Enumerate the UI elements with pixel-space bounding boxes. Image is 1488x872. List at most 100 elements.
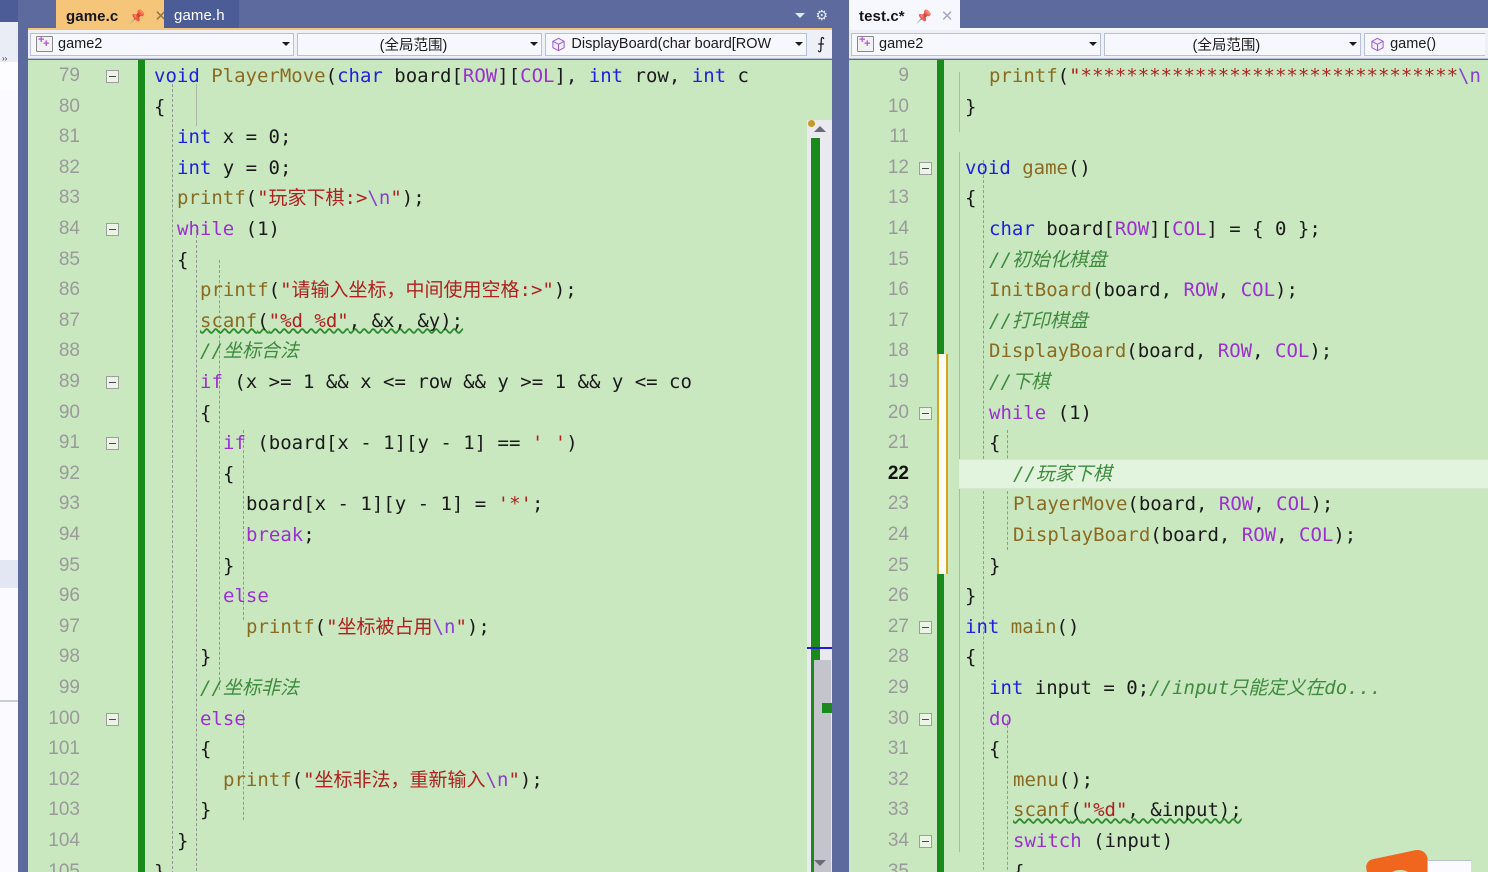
collapse-toggle-icon[interactable]	[106, 70, 119, 83]
left-panel-combo[interactable]	[0, 62, 18, 138]
code-line[interactable]: int main()	[965, 612, 1079, 643]
code-line[interactable]: PlayerMove(board, ROW, COL);	[1013, 489, 1333, 520]
code-line[interactable]: DisplayBoard(board, ROW, COL);	[1013, 520, 1356, 551]
code-line[interactable]: scanf("%d %d", &x, &y);	[200, 306, 463, 337]
code-line[interactable]: //坐标非法	[200, 673, 299, 704]
member-dropdown[interactable]: game()	[1364, 32, 1485, 56]
code-line[interactable]: //坐标合法	[200, 336, 299, 367]
code-line[interactable]: void game()	[965, 153, 1091, 184]
scope-dropdown[interactable]: (全局范围)	[1103, 32, 1362, 56]
code-line[interactable]: }	[965, 581, 976, 612]
code-line[interactable]: printf("坐标非法，重新输入\n");	[223, 765, 543, 796]
collapse-toggle-icon[interactable]	[919, 406, 932, 420]
code-line[interactable]: {	[1013, 857, 1024, 872]
code-line[interactable]: board[x - 1][y - 1] = '*';	[246, 489, 543, 520]
code-line[interactable]: break;	[246, 520, 315, 551]
code-line[interactable]: }	[200, 642, 211, 673]
collapse-toggle-icon[interactable]	[106, 223, 119, 236]
code-line[interactable]: //打印棋盘	[989, 306, 1088, 337]
tab-game-c[interactable]: game.c 📌 ✕	[56, 0, 174, 30]
chevron-down-icon[interactable]	[795, 42, 803, 46]
chevron-down-icon[interactable]	[530, 42, 539, 46]
code-line[interactable]: if (x >= 1 && x <= row && y >= 1 && y <=…	[200, 367, 692, 398]
code-line[interactable]: scanf("%d", &input);	[1013, 795, 1242, 826]
chevron-down-icon[interactable]	[795, 12, 806, 18]
line-number: 10	[887, 95, 909, 117]
code-line[interactable]: }	[200, 795, 211, 826]
code-line[interactable]: while (1)	[177, 214, 280, 245]
code-line[interactable]: char board[ROW][COL] = { 0 };	[989, 214, 1321, 245]
code-line[interactable]: {	[989, 428, 1000, 459]
right-code-editor[interactable]: 9 10 11 12 13 14 15 16 17 18 19 20 21 22 23 24 25 26 27 28 2…	[849, 60, 1488, 872]
tab-game-h[interactable]: game.h	[164, 0, 239, 30]
code-line[interactable]: switch (input)	[1013, 826, 1173, 857]
code-line[interactable]: InitBoard(board, ROW, COL);	[989, 275, 1298, 306]
code-line[interactable]: {	[154, 92, 165, 123]
code-line[interactable]: void PlayerMove(char board[ROW][COL], in…	[154, 61, 749, 92]
pin-icon[interactable]: 📌	[129, 10, 145, 23]
code-line[interactable]: {	[989, 734, 1000, 765]
tab-test-c[interactable]: test.c* 📌 ✕	[849, 0, 960, 30]
code-line[interactable]: {	[200, 398, 211, 429]
line-number: 79	[58, 65, 80, 86]
code-line[interactable]: }	[154, 857, 165, 872]
code-line[interactable]: }	[223, 551, 234, 582]
code-line[interactable]: {	[965, 642, 976, 673]
chevron-down-icon[interactable]	[281, 42, 290, 46]
close-icon[interactable]: ✕	[941, 9, 954, 24]
chevron-down-icon[interactable]	[1088, 42, 1097, 46]
code-line[interactable]: else	[223, 581, 269, 612]
collapse-toggle-icon[interactable]	[106, 712, 119, 726]
code-line[interactable]: //初始化棋盘	[989, 245, 1107, 276]
project-dropdown[interactable]: game2	[30, 32, 294, 56]
line-number: 27	[887, 615, 909, 637]
scrollbar-thumb[interactable]	[814, 660, 831, 872]
code-line[interactable]: do	[989, 704, 1012, 735]
code-line[interactable]: {	[965, 183, 976, 214]
code-line[interactable]: }	[989, 551, 1000, 582]
split-view-button[interactable]: ⨍	[810, 33, 832, 56]
code-line[interactable]: printf("请输入坐标，中间使用空格:>");	[200, 275, 577, 306]
left-panel-selected-row[interactable]	[0, 560, 18, 588]
code-line[interactable]: while (1)	[989, 398, 1092, 429]
code-line[interactable]: DisplayBoard(board, ROW, COL);	[989, 336, 1332, 367]
scroll-up-button[interactable]	[807, 120, 832, 138]
gear-icon[interactable]: ⚙	[815, 8, 828, 22]
code-line[interactable]: else	[200, 704, 246, 735]
collapse-toggle-icon[interactable]	[106, 376, 119, 389]
left-docked-panel-sliver[interactable]: ››	[0, 0, 18, 872]
left-panel-toolbar[interactable]: ››	[0, 22, 18, 63]
collapse-toggle-icon[interactable]	[919, 161, 932, 175]
code-line[interactable]: }	[965, 92, 976, 123]
project-dropdown[interactable]: game2	[851, 32, 1101, 56]
left-code-surface[interactable]: void PlayerMove(char board[ROW][COL], in…	[88, 60, 807, 872]
code-line[interactable]: printf("坐标被占用\n");	[246, 612, 490, 643]
collapse-toggle-icon[interactable]	[919, 712, 932, 726]
scope-dropdown[interactable]: (全局范围)	[296, 32, 543, 56]
code-line[interactable]: int y = 0;	[177, 153, 291, 184]
left-code-editor[interactable]: 79 80 81 82 83 84 85 86 87 88 89 90 91 92 93 94 95 96 97 98…	[28, 60, 832, 872]
code-line[interactable]: {	[177, 245, 188, 276]
collapse-toggle-icon[interactable]	[106, 437, 119, 451]
member-dropdown[interactable]: DisplayBoard(char board[ROW	[545, 32, 807, 56]
code-line[interactable]: printf("玩家下棋:>\n");	[177, 183, 425, 214]
collapse-toggle-icon[interactable]	[919, 835, 932, 848]
code-line[interactable]: int x = 0;	[177, 122, 291, 153]
code-line[interactable]: if (board[x - 1][y - 1] == ' ')	[223, 428, 578, 459]
code-line[interactable]: menu();	[1013, 765, 1093, 796]
code-line[interactable]: printf("********************************…	[989, 61, 1481, 92]
scroll-down-button[interactable]	[807, 854, 832, 872]
collapse-toggle-icon[interactable]	[919, 620, 932, 634]
chevron-down-icon[interactable]	[1349, 42, 1358, 46]
code-line[interactable]: //下棋	[989, 367, 1050, 398]
code-line[interactable]: {	[223, 459, 234, 490]
code-line[interactable]: int input = 0;//input只能定义在do...	[989, 673, 1381, 704]
code-line[interactable]: }	[177, 826, 188, 857]
code-line[interactable]: //玩家下棋	[1013, 459, 1112, 490]
pane-splitter[interactable]	[832, 0, 849, 872]
right-code-surface[interactable]: printf("********************************…	[917, 60, 1488, 872]
code-line[interactable]: {	[200, 734, 211, 765]
left-vertical-scrollbar[interactable]	[807, 120, 832, 872]
pin-icon[interactable]: 📌	[916, 10, 932, 23]
